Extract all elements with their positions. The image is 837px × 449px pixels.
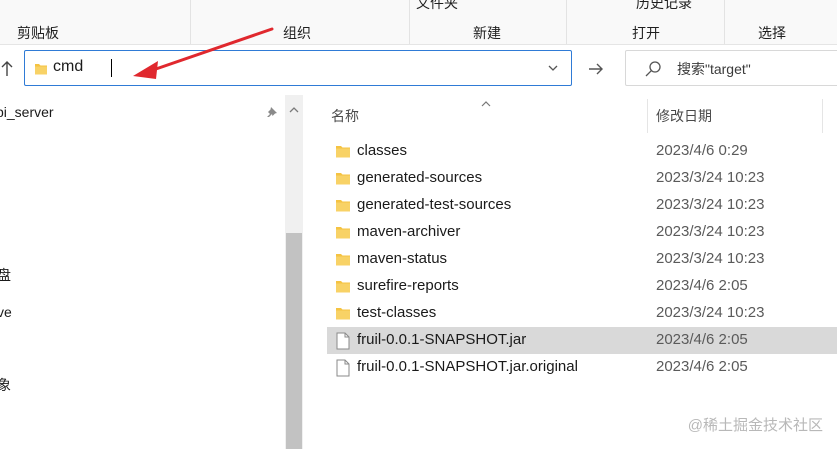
file-icon (335, 332, 351, 355)
nav-item-drive-2[interactable]: ve (0, 304, 12, 320)
column-header-name[interactable]: 名称 (331, 106, 359, 126)
modified-date: 2023/3/24 10:23 (656, 250, 765, 267)
modified-date: 2023/3/24 10:23 (656, 223, 765, 240)
address-bar[interactable]: cmd (24, 50, 572, 86)
file-icon (335, 359, 351, 382)
nav-scrollbar[interactable] (285, 95, 303, 449)
ribbon-group-clipboard: 剪贴板 (17, 25, 59, 41)
search-box[interactable]: 搜索"target" (625, 50, 837, 86)
folder-icon (335, 197, 351, 218)
nav-item-objects[interactable]: 象 (0, 375, 11, 395)
modified-date: 2023/3/24 10:23 (656, 169, 765, 186)
table-row[interactable]: surefire-reports 2023/4/6 2:05 (327, 273, 837, 300)
scrollbar-thumb[interactable] (286, 233, 302, 449)
column-header-date[interactable]: 修改日期 (656, 106, 712, 126)
ribbon-divider (409, 0, 410, 44)
navigation-pane: pi_server 盘 ve 象 (0, 95, 304, 449)
ribbon-history-label[interactable]: 历史记录 (636, 0, 692, 13)
ribbon-group-select: 选择 (758, 25, 786, 41)
text-caret (111, 59, 112, 77)
watermark: @稀土掘金技术社区 (687, 417, 823, 434)
table-row[interactable]: fruil-0.0.1-SNAPSHOT.jar 2023/4/6 2:05 (327, 327, 837, 354)
search-placeholder: 搜索"target" (677, 61, 751, 77)
file-name: surefire-reports (357, 277, 459, 294)
nav-item-pi-server[interactable]: pi_server (0, 104, 54, 120)
table-row[interactable]: fruil-0.0.1-SNAPSHOT.jar.original 2023/4/… (327, 354, 837, 381)
table-row[interactable]: generated-test-sources 2023/3/24 10:23 (327, 192, 837, 219)
file-name: generated-sources (357, 169, 483, 186)
table-row[interactable]: classes 2023/4/6 0:29 (327, 138, 837, 165)
modified-date: 2023/4/6 2:05 (656, 277, 748, 294)
folder-icon (34, 62, 48, 81)
folder-icon (335, 224, 351, 245)
pin-icon[interactable] (266, 105, 278, 123)
up-arrow-icon[interactable] (0, 59, 16, 81)
modified-date: 2023/3/24 10:23 (656, 196, 765, 213)
ribbon-group-organize: 组织 (283, 25, 311, 41)
scroll-up-icon[interactable] (289, 101, 299, 119)
ribbon-divider (190, 0, 191, 44)
ribbon-group-new: 新建 (473, 25, 501, 41)
file-name: maven-status (357, 250, 448, 267)
search-icon (644, 60, 662, 83)
file-name: test-classes (357, 304, 437, 321)
folder-icon (335, 251, 351, 272)
chevron-down-icon[interactable] (547, 61, 559, 73)
address-input-value[interactable]: cmd (53, 58, 83, 76)
modified-date: 2023/3/24 10:23 (656, 304, 765, 321)
modified-date: 2023/4/6 2:05 (656, 358, 748, 375)
table-row[interactable]: maven-archiver 2023/3/24 10:23 (327, 219, 837, 246)
table-row[interactable]: test-classes 2023/3/24 10:23 (327, 300, 837, 327)
file-name: generated-test-sources (357, 196, 512, 213)
nav-item-drive[interactable]: 盘 (0, 265, 11, 285)
folder-icon (335, 278, 351, 299)
go-arrow-icon[interactable] (586, 59, 608, 79)
folder-icon (335, 143, 351, 164)
modified-date: 2023/4/6 2:05 (656, 331, 748, 348)
ribbon-group-open: 打开 (632, 25, 660, 41)
file-name: classes (357, 142, 408, 159)
column-divider[interactable] (822, 99, 823, 133)
file-name: maven-archiver (357, 223, 461, 240)
column-divider[interactable] (647, 99, 648, 133)
sort-ascending-icon (480, 95, 492, 113)
folder-icon (335, 305, 351, 326)
file-name: fruil-0.0.1-SNAPSHOT.jar (357, 331, 527, 348)
modified-date: 2023/4/6 0:29 (656, 142, 748, 159)
ribbon: 文件夹 历史记录 剪贴板 组织 新建 打开 选择 (0, 0, 837, 45)
folder-icon (335, 170, 351, 191)
file-list: 名称 修改日期 classes 2023/4/6 0:29 generated-so… (304, 95, 837, 449)
address-row: cmd 搜索"target" (0, 45, 837, 95)
ribbon-divider (566, 0, 567, 44)
table-row[interactable]: maven-status 2023/3/24 10:23 (327, 246, 837, 273)
ribbon-folder-label[interactable]: 文件夹 (416, 0, 458, 13)
ribbon-divider (724, 0, 725, 44)
table-row[interactable]: generated-sources 2023/3/24 10:23 (327, 165, 837, 192)
file-name: fruil-0.0.1-SNAPSHOT.jar.original (357, 358, 578, 375)
